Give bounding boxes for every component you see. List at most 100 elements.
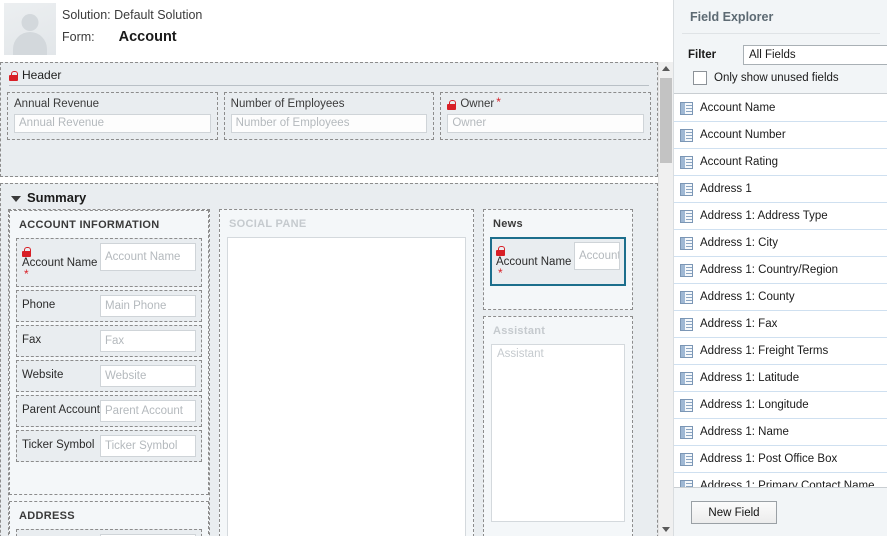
avatar — [4, 3, 56, 55]
list-item[interactable]: Address 1: Fax — [674, 311, 887, 338]
scrollbar-thumb[interactable] — [660, 78, 672, 163]
news-account-name-input[interactable]: Account Name — [574, 242, 620, 270]
field-address-1[interactable]: Address 1 Address 1 — [16, 529, 202, 536]
number-of-employees-input[interactable]: Number of Employees — [230, 114, 428, 133]
form-canvas-scrollbar[interactable] — [658, 62, 673, 536]
group-title-account-information: ACCOUNT INFORMATION — [19, 219, 160, 231]
field-icon — [680, 182, 693, 196]
avatar-body — [13, 32, 47, 55]
summary-title-row[interactable]: Summary — [1, 184, 657, 209]
list-item[interactable]: Address 1 — [674, 176, 887, 203]
scroll-down-wrap[interactable] — [659, 522, 673, 536]
field-icon — [680, 398, 693, 412]
group-title-social-pane: SOCIAL PANE — [229, 218, 307, 230]
list-item[interactable]: Account Name — [674, 95, 887, 122]
owner-input[interactable]: Owner — [447, 114, 645, 133]
only-unused-label: Only show unused fields — [714, 72, 839, 84]
fax-input[interactable]: Fax — [100, 330, 196, 352]
field-explorer-panel: Field Explorer Filter All Fields Only sh… — [673, 0, 887, 536]
field-ticker-symbol[interactable]: Ticker Symbol Ticker Symbol — [16, 430, 202, 462]
field-list[interactable]: Account Name Account Number Account Rati… — [674, 94, 887, 501]
list-item[interactable]: Address 1: Post Office Box — [674, 446, 887, 473]
required-indicator: * — [498, 266, 503, 280]
list-item[interactable]: Account Number — [674, 122, 887, 149]
list-item[interactable]: Address 1: City — [674, 230, 887, 257]
field-label-row: Account Name * — [22, 243, 100, 282]
new-field-button[interactable]: New Field — [691, 501, 777, 524]
field-name: Address 1: Fax — [700, 318, 778, 330]
social-pane-body[interactable] — [227, 237, 466, 536]
only-unused-row[interactable]: Only show unused fields — [674, 65, 887, 93]
filter-select[interactable]: All Fields — [743, 45, 887, 65]
group-account-information[interactable]: ACCOUNT INFORMATION Account Name * Accou… — [9, 210, 209, 495]
form-section-summary[interactable]: Summary ACCOUNT INFORMATION Account Name… — [0, 183, 658, 536]
only-unused-checkbox[interactable] — [693, 71, 707, 85]
field-icon — [680, 155, 693, 169]
field-name: Address 1: Freight Terms — [700, 345, 829, 357]
form-section-header[interactable]: Header Annual Revenue Annual Revenue Num… — [0, 62, 658, 177]
field-icon — [680, 128, 693, 142]
list-item[interactable]: Address 1: Freight Terms — [674, 338, 887, 365]
field-icon — [680, 101, 693, 115]
field-label-row: Number of Employees — [231, 98, 428, 110]
field-label: Fax — [22, 334, 42, 346]
list-item[interactable]: Address 1: Country/Region — [674, 257, 887, 284]
list-item[interactable]: Address 1: County — [674, 284, 887, 311]
field-explorer-title: Field Explorer — [690, 10, 774, 24]
required-indicator: * — [496, 95, 501, 109]
group-title-assistant: Assistant — [493, 325, 546, 337]
field-phone[interactable]: Phone Main Phone — [16, 290, 202, 322]
field-label: Owner — [460, 98, 495, 110]
list-item[interactable]: Address 1: Name — [674, 419, 887, 446]
field-label: Parent Account — [22, 404, 100, 416]
field-fax[interactable]: Fax Fax — [16, 325, 202, 357]
field-news-account-name[interactable]: Account Name * Account Name — [490, 237, 626, 286]
group-news[interactable]: News Account Name * Account Name — [483, 209, 633, 310]
annual-revenue-input[interactable]: Annual Revenue — [14, 114, 211, 133]
avatar-head — [21, 14, 39, 32]
list-item[interactable]: Address 1: Address Type — [674, 203, 887, 230]
field-icon — [680, 209, 693, 223]
form-editor-topbar: Solution: Default Solution Form: Account — [0, 0, 672, 62]
summary-column-middle[interactable]: SOCIAL PANE — [219, 209, 474, 536]
header-fields-row: Annual Revenue Annual Revenue Number of … — [1, 92, 657, 146]
lock-icon — [447, 100, 457, 110]
list-item[interactable]: Address 1: Longitude — [674, 392, 887, 419]
field-icon — [680, 425, 693, 439]
ticker-symbol-input[interactable]: Ticker Symbol — [100, 435, 196, 457]
field-icon — [680, 236, 693, 250]
assistant-body[interactable]: Assistant — [491, 344, 625, 522]
account-name-input[interactable]: Account Name — [100, 243, 196, 271]
summary-column-right: News Account Name * Account Name Assista… — [483, 209, 633, 536]
phone-input[interactable]: Main Phone — [100, 295, 196, 317]
group-address[interactable]: ADDRESS Address 1 Address 1 — [9, 501, 209, 536]
collapse-triangle-icon[interactable] — [11, 195, 21, 202]
field-label-row: Parent Account — [22, 400, 100, 417]
summary-column-left[interactable]: ACCOUNT INFORMATION Account Name * Accou… — [8, 209, 210, 536]
field-account-name[interactable]: Account Name * Account Name — [16, 238, 202, 287]
parent-account-input[interactable]: Parent Account — [100, 400, 196, 422]
field-icon — [680, 371, 693, 385]
list-item[interactable]: Address 1: Latitude — [674, 365, 887, 392]
scroll-down-arrow-icon[interactable] — [659, 522, 673, 536]
field-name: Account Name — [700, 102, 776, 114]
field-website[interactable]: Website Website — [16, 360, 202, 392]
solution-label: Solution: Default Solution — [62, 8, 203, 22]
form-canvas[interactable]: Header Annual Revenue Annual Revenue Num… — [0, 62, 658, 536]
list-item[interactable]: Account Rating — [674, 149, 887, 176]
filter-label: Filter — [688, 49, 717, 61]
field-name: Address 1: Latitude — [700, 372, 800, 384]
lock-icon — [9, 71, 18, 81]
group-assistant[interactable]: Assistant Assistant — [483, 316, 633, 536]
website-input[interactable]: Website — [100, 365, 196, 387]
group-empty-space — [10, 465, 208, 487]
field-parent-account[interactable]: Parent Account Parent Account — [16, 395, 202, 427]
field-label: Ticker Symbol — [22, 439, 95, 451]
header-field-number-of-employees[interactable]: Number of Employees Number of Employees — [223, 92, 435, 140]
field-icon — [680, 317, 693, 331]
field-label: Annual Revenue — [14, 98, 100, 110]
field-label: Account Name — [496, 256, 572, 268]
header-field-owner[interactable]: Owner * Owner — [440, 92, 652, 140]
scroll-up-arrow-icon[interactable] — [659, 62, 673, 76]
header-field-annual-revenue[interactable]: Annual Revenue Annual Revenue — [7, 92, 218, 140]
